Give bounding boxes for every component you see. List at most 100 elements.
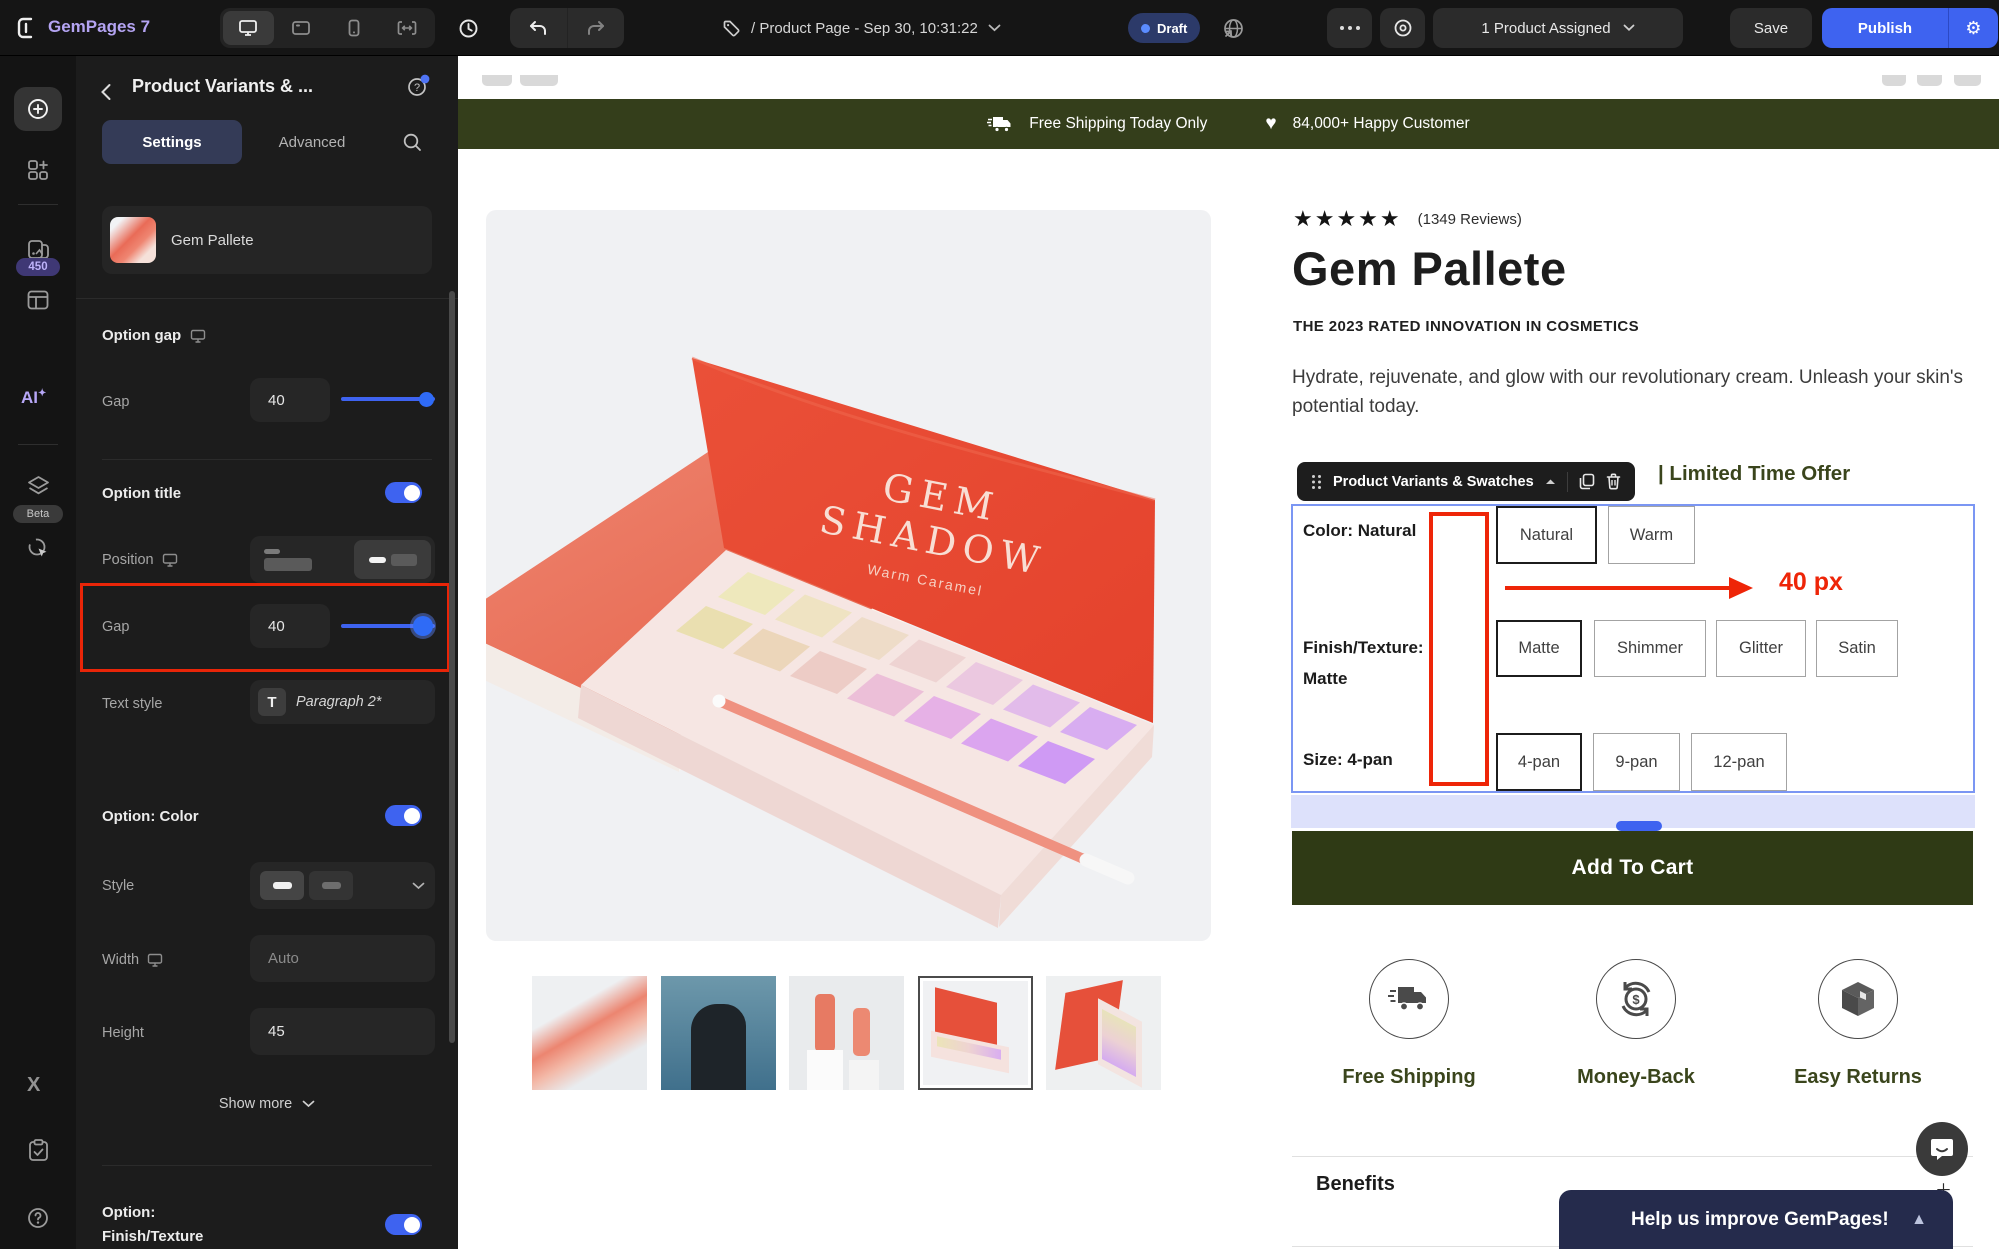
breadcrumb-text: / Product Page - Sep 30, 10:31:22	[751, 20, 978, 37]
feature-returns-circle	[1818, 959, 1898, 1039]
drag-handle-icon[interactable]	[1311, 474, 1322, 490]
spacing-drag-handle[interactable]	[1616, 821, 1662, 831]
device-mobile-button[interactable]	[329, 11, 380, 45]
device-responsive-button[interactable]	[381, 11, 432, 45]
thumbnail-2[interactable]	[661, 976, 776, 1090]
option-color-toggle[interactable]	[385, 805, 422, 826]
back-button[interactable]	[100, 83, 112, 101]
selected-element-label[interactable]: Product Variants & Swatches	[1333, 474, 1534, 490]
variant-option-4pan[interactable]: 4-pan	[1496, 733, 1582, 791]
save-button[interactable]: Save	[1730, 8, 1812, 48]
gap-slider[interactable]	[341, 397, 435, 401]
help-button[interactable]	[14, 1196, 62, 1240]
position-label: Position	[102, 552, 178, 568]
x-social-button[interactable]: X	[27, 1074, 40, 1097]
position-inline-option[interactable]	[354, 540, 431, 579]
show-more-button[interactable]: Show more	[76, 1096, 458, 1112]
variant-size-label: Size: 4-pan	[1303, 750, 1393, 770]
chevron-up-icon[interactable]	[1545, 478, 1556, 485]
tab-settings[interactable]: Settings	[102, 120, 242, 164]
width-input[interactable]	[250, 935, 435, 982]
publish-settings-button[interactable]: ⚙	[1948, 8, 1998, 48]
toast-arrow-icon[interactable]: ▲	[1911, 1211, 1927, 1229]
chevron-down-icon	[412, 882, 425, 890]
option-title-gap-input[interactable]	[250, 604, 330, 648]
chat-widget-button[interactable]	[1916, 1122, 1968, 1176]
preview-button[interactable]	[1380, 8, 1425, 48]
ellipsis-icon	[1340, 26, 1360, 30]
limited-offer-text: | Limited Time Offer	[1658, 462, 1850, 486]
thumbnail-3[interactable]	[789, 976, 904, 1090]
gap-input[interactable]	[250, 378, 330, 422]
variant-option-natural[interactable]: Natural	[1496, 506, 1597, 564]
benefits-accordion[interactable]: Benefits	[1316, 1173, 1395, 1196]
text-style-selector[interactable]: T Paragraph 2*	[250, 680, 435, 724]
device-desktop-button[interactable]	[223, 11, 274, 45]
redo-button[interactable]	[567, 8, 625, 48]
gempages-logo-icon	[15, 16, 39, 40]
sections-library-button[interactable]	[14, 148, 62, 192]
divider	[76, 298, 458, 299]
more-options-button[interactable]	[1327, 8, 1372, 48]
panel-scrollbar[interactable]	[449, 291, 455, 1043]
ai-assistant-button[interactable]: AI✦	[21, 388, 46, 408]
variant-option-12pan[interactable]: 12-pan	[1691, 733, 1787, 791]
tab-advanced[interactable]: Advanced	[242, 120, 382, 164]
variant-option-matte[interactable]: Matte	[1496, 620, 1582, 677]
add-element-button[interactable]	[14, 87, 62, 131]
interactions-button[interactable]	[14, 526, 62, 570]
product-assigned-dropdown[interactable]: 1 Product Assigned	[1433, 8, 1683, 48]
question-icon	[26, 1206, 50, 1230]
thumbnail-1[interactable]	[532, 976, 647, 1090]
variant-option-glitter[interactable]: Glitter	[1716, 620, 1806, 677]
position-above-option[interactable]	[254, 540, 351, 579]
product-main-image[interactable]: GEM SHADOW Warm Caramel	[486, 210, 1211, 941]
text-style-value: Paragraph 2*	[296, 694, 381, 710]
variant-option-satin[interactable]: Satin	[1816, 620, 1898, 677]
desktop-only-icon	[147, 953, 163, 967]
option-finish-toggle[interactable]	[385, 1214, 422, 1235]
variant-option-warm[interactable]: Warm	[1608, 506, 1695, 564]
product-thumbnail	[110, 217, 156, 263]
height-input[interactable]	[250, 1008, 435, 1055]
publish-button[interactable]: Publish	[1822, 8, 1948, 48]
assigned-product-item[interactable]: Gem Pallete	[102, 206, 432, 274]
svg-text:$: $	[1632, 992, 1640, 1007]
product-title: Gem Pallete	[1292, 241, 1567, 296]
templates-button[interactable]	[14, 278, 62, 322]
duplicate-icon[interactable]	[1579, 473, 1595, 490]
variant-option-9pan[interactable]: 9-pan	[1593, 733, 1680, 791]
checklist-button[interactable]	[14, 1128, 62, 1172]
breadcrumb[interactable]: / Product Page - Sep 30, 10:31:22	[722, 0, 1001, 56]
gap-slider-knob[interactable]	[419, 392, 434, 407]
feature-shipping-label: Free Shipping	[1329, 1066, 1489, 1089]
option-title-gap-slider-knob[interactable]	[413, 616, 433, 636]
option-title-gap-slider[interactable]	[341, 624, 435, 628]
device-switcher	[220, 8, 435, 48]
option-finish-heading-line2: Finish/Texture	[102, 1228, 203, 1245]
style-label: Style	[102, 878, 134, 894]
variant-finish-label: Finish/Texture: Matte	[1303, 632, 1424, 695]
gap-annotation-rect	[1429, 512, 1489, 786]
globe-publish-icon[interactable]	[1222, 17, 1245, 40]
style-dropdown[interactable]	[250, 862, 435, 909]
option-title-toggle[interactable]	[385, 482, 422, 503]
variant-option-shimmer[interactable]: Shimmer	[1594, 620, 1706, 677]
layers-button[interactable]	[14, 464, 62, 508]
money-back-icon: $	[1617, 980, 1655, 1018]
undo-button[interactable]	[510, 8, 567, 48]
thumbnail-5[interactable]	[1046, 976, 1161, 1090]
thumbnail-4-selected[interactable]	[918, 976, 1033, 1090]
blocks-plus-icon	[26, 158, 50, 182]
delete-icon[interactable]	[1606, 473, 1621, 490]
history-icon[interactable]	[458, 18, 479, 39]
feedback-toast[interactable]: Help us improve GemPages! ▲	[1559, 1190, 1953, 1249]
add-to-cart-button[interactable]: Add To Cart	[1292, 831, 1973, 905]
product-description: Hydrate, rejuvenate, and glow with our r…	[1292, 364, 1982, 421]
panel-help-icon[interactable]: ?	[406, 74, 430, 98]
search-icon[interactable]	[402, 132, 423, 153]
announcement-shipping-text: Free Shipping Today Only	[1029, 115, 1207, 133]
plus-circle-icon	[26, 97, 50, 121]
option-finish-heading-line1: Option:	[102, 1204, 155, 1221]
device-tablet-button[interactable]	[276, 11, 327, 45]
